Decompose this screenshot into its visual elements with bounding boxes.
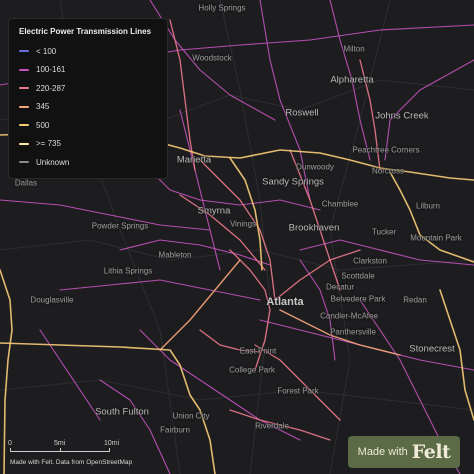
place-label: Fairburn <box>160 425 190 435</box>
transmission-line <box>254 344 341 421</box>
place-label: Brookhaven <box>288 222 340 234</box>
legend-item: >= 735 <box>19 135 157 154</box>
transmission-line <box>179 109 221 271</box>
place-label: Norcross <box>371 166 405 176</box>
legend-item: < 100 <box>19 42 157 61</box>
place-label: Candler-McAfee <box>320 311 378 321</box>
place-label: Dallas <box>14 178 38 188</box>
place-label: Smyrna <box>197 205 231 217</box>
place-label: Belvedere Park <box>330 294 386 304</box>
place-label: Vinings <box>229 219 257 229</box>
place-label: Dunwoody <box>296 162 334 172</box>
place-label: Forest Park <box>277 386 319 396</box>
place-label: College Park <box>229 365 275 375</box>
transmission-line <box>59 279 261 301</box>
legend-label: >= 735 <box>36 139 61 149</box>
transmission-line <box>39 329 101 421</box>
scale-label-end: 10mi <box>104 440 120 447</box>
felt-logo: Felt <box>411 441 451 463</box>
made-with-label: Made with <box>357 446 408 458</box>
map-attribution[interactable]: Made with Felt. Data from OpenStreetMap <box>10 459 132 466</box>
scale-label-mid: 5mi <box>54 440 66 447</box>
place-label: Panthersville <box>330 327 376 337</box>
place-label: Woodstock <box>192 53 232 63</box>
place-label: Lithia Springs <box>103 266 153 276</box>
legend-swatch <box>19 142 29 145</box>
legend-label: 500 <box>36 120 50 130</box>
scale-bar: 0 5mi 10mi <box>8 440 140 454</box>
map-legend: Electric Power Transmission Lines < 100 1… <box>8 18 168 179</box>
place-label: Milton <box>343 44 365 54</box>
scale-label-zero: 0 <box>8 440 12 447</box>
legend-label: 100-161 <box>36 65 66 75</box>
place-label: Stonecrest <box>409 343 455 355</box>
legend-label: < 100 <box>36 46 57 56</box>
scale-tick <box>10 448 11 452</box>
place-label: Decatur <box>325 282 355 292</box>
place-label: Roswell <box>285 107 319 119</box>
legend-item: 345 <box>19 98 157 117</box>
transmission-line <box>169 19 196 171</box>
place-label: Riverdale <box>255 421 289 431</box>
place-label: Atlanta <box>266 296 304 308</box>
legend-item: 220-287 <box>19 79 157 98</box>
place-label: Redan <box>403 295 427 305</box>
place-label: Johns Creek <box>375 110 429 122</box>
legend-item: 100-161 <box>19 61 157 80</box>
legend-label: Unknown <box>36 157 70 167</box>
legend-label: 220-287 <box>36 83 66 93</box>
scale-tick <box>109 448 110 452</box>
place-label: Alpharetta <box>330 74 374 86</box>
place-label: Lilburn <box>415 201 441 211</box>
legend-title: Electric Power Transmission Lines <box>19 27 152 36</box>
place-label: East Point <box>239 346 277 356</box>
scale-tick <box>60 448 61 452</box>
made-with-felt-badge[interactable]: Made with Felt <box>348 436 460 468</box>
transmission-line <box>119 239 271 266</box>
place-label: Sandy Springs <box>262 176 324 188</box>
transmission-line <box>159 259 241 351</box>
place-label: Union City <box>172 411 210 421</box>
legend-item: 500 <box>19 116 157 135</box>
legend-swatch <box>19 68 29 71</box>
legend-swatch <box>19 87 29 90</box>
legend-swatch <box>19 161 29 164</box>
place-label: Marietta <box>176 154 212 166</box>
place-label: South Fulton <box>95 406 149 418</box>
place-label: Peachtree Corners <box>352 145 420 155</box>
legend-label: 345 <box>36 102 50 112</box>
transmission-line <box>389 171 474 263</box>
place-label: Chamblee <box>321 199 359 209</box>
legend-swatch <box>19 124 29 127</box>
place-label: Scottdale <box>341 271 375 281</box>
transmission-line <box>439 289 474 421</box>
place-label: Powder Springs <box>91 221 149 231</box>
place-label: Holly Springs <box>198 3 246 13</box>
legend-swatch <box>19 50 29 53</box>
place-label: Mountain Park <box>410 233 462 243</box>
place-label: Clarkston <box>353 256 387 266</box>
place-label: Douglasville <box>30 295 74 305</box>
legend-swatch <box>19 105 29 108</box>
legend-item: Unknown <box>19 153 157 172</box>
place-label: Mableton <box>158 250 192 260</box>
transmission-line <box>299 259 336 361</box>
place-label: Tucker <box>371 227 397 237</box>
